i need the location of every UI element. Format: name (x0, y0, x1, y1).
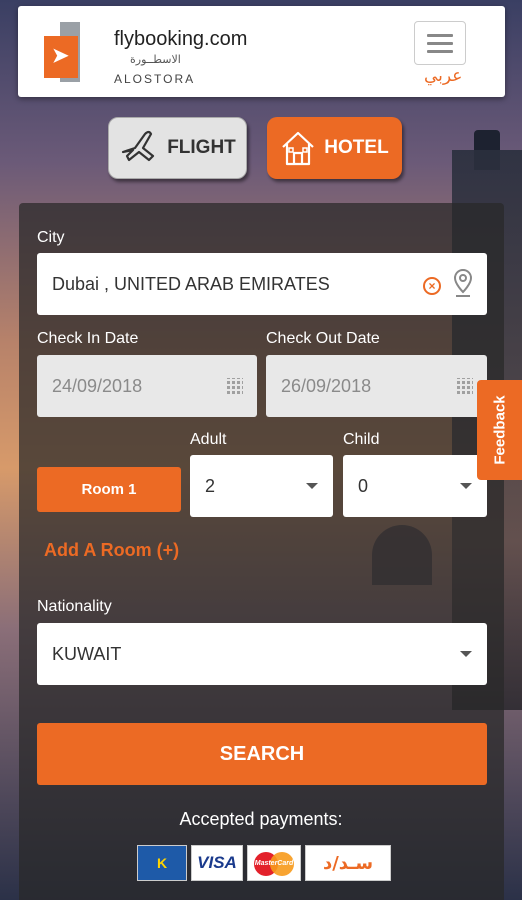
visa-logo: VISA (191, 845, 243, 881)
nationality-label: Nationality (37, 598, 112, 615)
feedback-label: Feedback (491, 395, 508, 465)
mastercard-logo: MasterCard (247, 845, 301, 881)
sadad-logo: سـد/د (305, 845, 391, 881)
brand-logo[interactable]: ➤ (44, 22, 100, 82)
adult-value: 2 (205, 475, 216, 496)
checkin-label: Check In Date (37, 330, 139, 347)
add-room-link[interactable]: Add A Room (+) (44, 540, 179, 561)
checkout-label: Check Out Date (266, 330, 380, 347)
checkout-field[interactable]: 26/09/2018 (266, 355, 487, 417)
checkin-field[interactable]: 24/09/2018 (37, 355, 257, 417)
city-label: City (37, 229, 65, 246)
location-pin-icon[interactable] (453, 268, 473, 298)
hamburger-icon (427, 33, 453, 37)
airplane-icon (122, 130, 155, 162)
checkout-value: 26/09/2018 (281, 375, 372, 396)
search-button[interactable]: SEARCH (37, 723, 487, 785)
nationality-value: KUWAIT (52, 643, 122, 664)
calendar-icon[interactable] (457, 378, 473, 394)
city-field[interactable]: Dubai , UNITED ARAB EMIRATES × (37, 253, 487, 315)
feedback-tab[interactable]: Feedback (477, 380, 522, 480)
tab-hotel[interactable]: HOTEL (267, 117, 402, 179)
brand-arabic: الاسطــورة (130, 53, 181, 66)
clear-icon[interactable]: × (423, 277, 441, 295)
chevron-down-icon (460, 483, 472, 489)
hamburger-menu-button[interactable] (414, 21, 466, 65)
language-switch-link[interactable]: عربي (424, 66, 462, 86)
child-select[interactable]: 0 (343, 455, 487, 517)
knet-logo: K (137, 845, 187, 881)
tab-flight-label: FLIGHT (167, 137, 236, 158)
header-bar: ➤ flybooking.com الاسطــورة ALOSTORA عرب… (18, 6, 505, 97)
brand-subtitle: ALOSTORA (114, 72, 196, 86)
house-icon (282, 131, 315, 166)
tab-flight[interactable]: FLIGHT (108, 117, 247, 179)
city-value: Dubai , UNITED ARAB EMIRATES (52, 273, 330, 294)
child-value: 0 (358, 475, 369, 496)
tab-hotel-label: HOTEL (324, 137, 389, 158)
payment-logos: K VISA MasterCard سـد/د (137, 845, 391, 881)
checkin-value: 24/09/2018 (52, 375, 143, 396)
chevron-down-icon (460, 651, 472, 657)
nationality-select[interactable]: KUWAIT (37, 623, 487, 685)
brand-name: flybooking.com (114, 28, 248, 50)
child-label: Child (343, 431, 380, 448)
calendar-icon[interactable] (227, 378, 243, 394)
chevron-down-icon (306, 483, 318, 489)
adult-label: Adult (190, 431, 227, 448)
accepted-payments-title: Accepted payments: (179, 809, 343, 829)
adult-select[interactable]: 2 (190, 455, 333, 517)
room-1-button[interactable]: Room 1 (37, 467, 181, 512)
